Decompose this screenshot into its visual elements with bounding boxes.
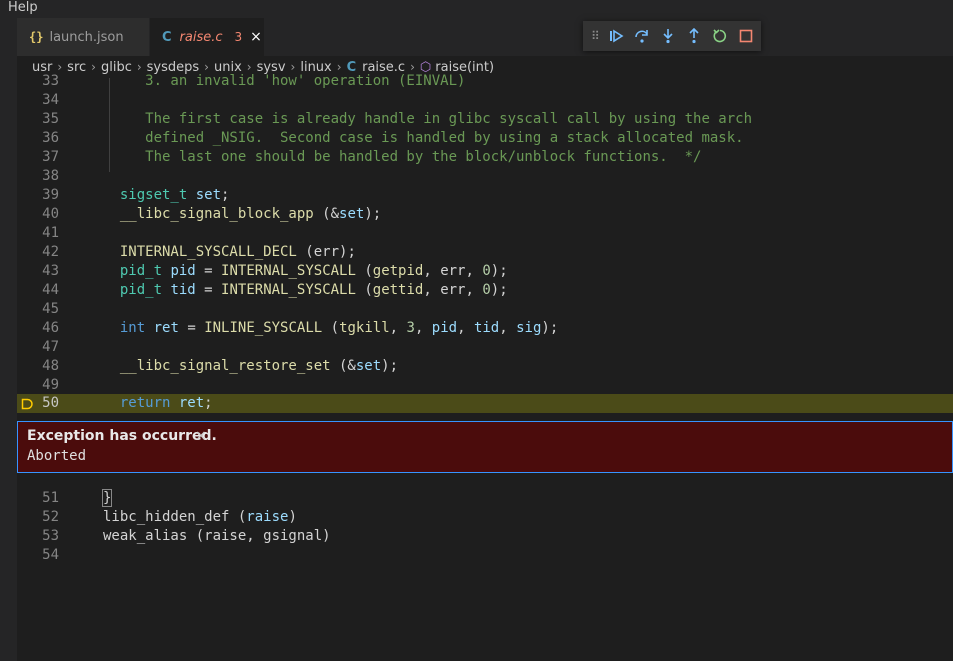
tab-raise-c[interactable]: C raise.c 3 × [150,18,264,56]
code-line: 44 pid_t tid = INTERNAL_SYSCALL (gettid,… [42,282,508,298]
code-line: 53 weak_alias (raise, gsignal) [42,528,331,544]
restart-button[interactable] [707,23,733,49]
step-over-button[interactable] [629,23,655,49]
stop-button[interactable] [733,23,759,49]
continue-button[interactable] [603,23,629,49]
step-into-button[interactable] [655,23,681,49]
code-line: 49 [42,377,59,393]
code-line: 36 defined _NSIG. Second case is handled… [42,130,744,146]
continue-icon [609,29,624,43]
code-line: 54 [42,547,59,563]
code-line: 40 __libc_signal_block_app (&set); [42,206,382,222]
code-line: 42 INTERNAL_SYSCALL_DECL (err); [42,244,356,260]
code-line: 41 [42,225,59,241]
restart-icon [713,29,726,43]
menu-bar: Help [0,0,953,18]
step-into-icon [663,29,673,44]
current-line: 50 return ret; [17,394,953,413]
code-line: 39 sigset_t set; [42,187,230,203]
exception-title: Exception has occurred. [27,428,217,444]
step-out-button[interactable] [681,23,707,49]
code-line: 33 3. an invalid 'how' operation (EINVAL… [42,73,466,89]
exception-message: Aborted [27,448,87,464]
code-line: 48 __libc_signal_restore_set (&set); [42,358,399,374]
code-line: 34 [42,92,59,108]
code-line: 46 int ret = INLINE_SYSCALL (tgkill, 3, … [42,320,559,336]
step-over-icon [634,30,648,43]
tab-bar: {} launch.json C raise.c 3 × [17,18,953,56]
tab-label: raise.c [179,29,223,45]
step-out-icon [689,28,699,44]
debug-toolbar: ⠿ [583,21,761,51]
c-file-icon: C [162,29,172,45]
tab-launch-json[interactable]: {} launch.json [17,18,149,56]
code-line: 52 libc_hidden_def (raise) [42,509,297,525]
problem-count-badge: 3 [234,30,243,44]
stop-icon [739,29,753,43]
code-line: 47 [42,339,59,355]
code-line: 38 [42,168,59,184]
json-file-icon: {} [29,30,44,44]
drag-handle-icon[interactable]: ⠿ [591,29,600,43]
code-line: 37 The last one should be handled by the… [42,149,702,165]
code-line: 43 pid_t pid = INTERNAL_SYSCALL (getpid,… [42,263,508,279]
tab-label: launch.json [49,29,124,45]
exception-widget: Exception has occurred. × Aborted [17,421,953,473]
code-line: 45 [42,301,59,317]
code-editor[interactable]: 33 3. an invalid 'how' operation (EINVAL… [17,73,953,661]
menu-help[interactable]: Help [8,0,38,16]
code-line: 35 The first case is already handle in g… [42,111,753,127]
code-line: 51} [42,489,113,507]
close-tab-icon[interactable]: × [250,29,262,45]
close-icon[interactable]: × [195,428,207,444]
activity-strip [0,18,17,661]
